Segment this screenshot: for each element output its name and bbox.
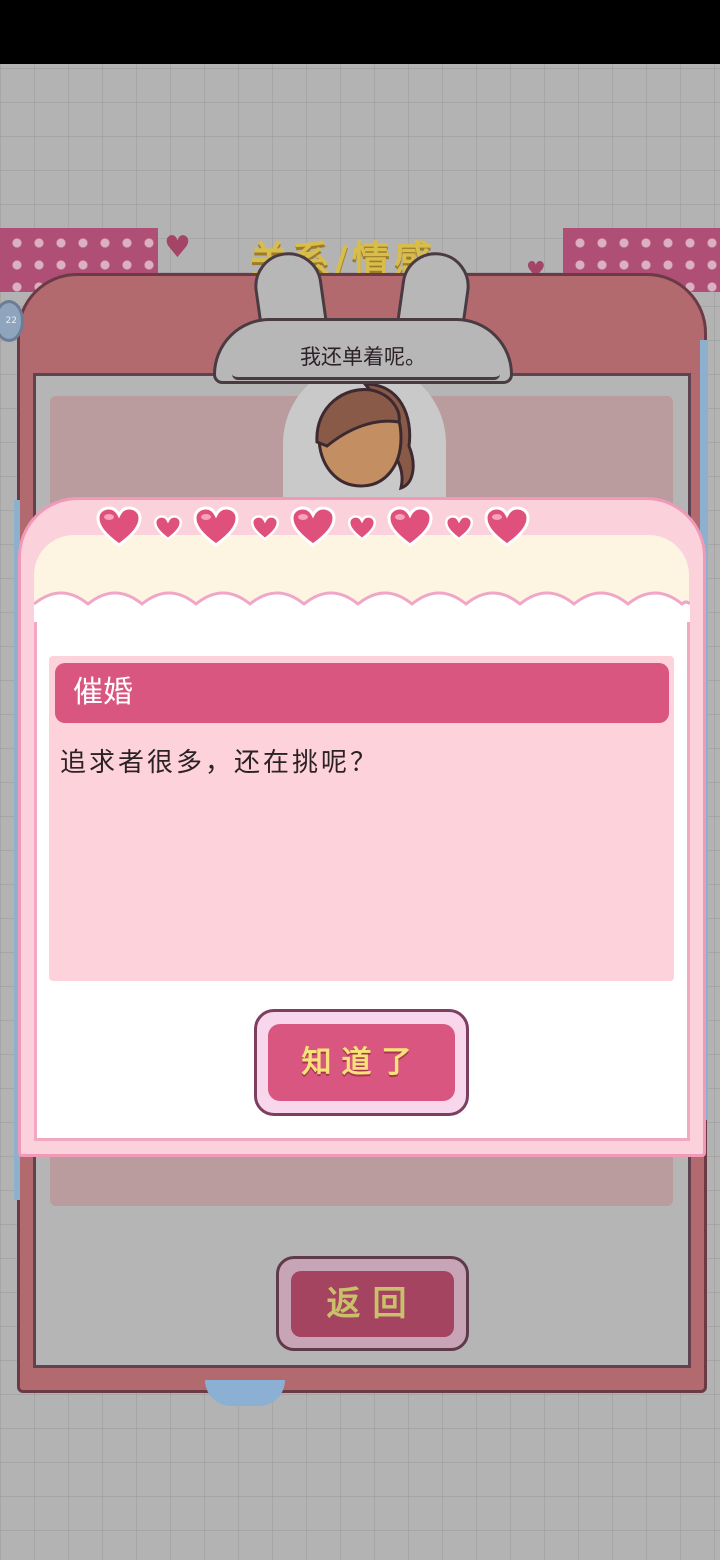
speech-bubble-underline <box>232 374 500 380</box>
dialog-title: 催婚 <box>55 663 669 723</box>
dialog-message: 追求者很多，还在挑呢？ <box>60 748 380 778</box>
scallop-border <box>34 591 690 622</box>
ok-button[interactable]: 知道了 <box>268 1024 455 1101</box>
heart-icon <box>484 506 530 547</box>
status-bar <box>0 0 720 64</box>
heart-icon <box>290 506 336 547</box>
heart-icon <box>154 515 182 541</box>
heart-icon <box>387 506 433 547</box>
heart-icon <box>251 515 279 541</box>
heart-icon: ♥ <box>164 230 191 265</box>
return-button[interactable]: 返回 <box>291 1271 454 1337</box>
heart-icon <box>445 515 473 541</box>
girl-avatar-icon <box>315 382 415 491</box>
heart-icon <box>96 506 142 547</box>
hearts-row <box>96 506 536 550</box>
heart-icon <box>193 506 239 547</box>
decor-blob <box>205 1380 285 1406</box>
heart-icon <box>348 515 376 541</box>
